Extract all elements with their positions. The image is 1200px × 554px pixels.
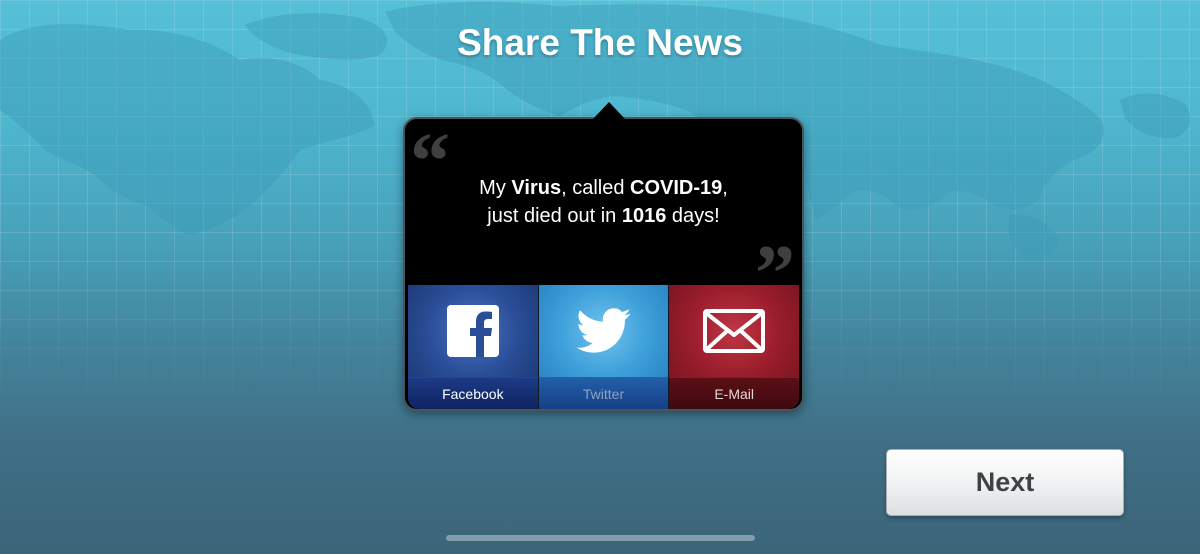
share-message: My Virus, called COVID-19, just died out… — [405, 174, 802, 230]
share-buttons: Facebook Twitter E-Mail — [408, 285, 799, 409]
envelope-icon — [703, 309, 766, 353]
message-text: just died out in — [487, 205, 617, 227]
twitter-label: Twitter — [538, 377, 669, 409]
email-icon-area — [669, 285, 799, 377]
facebook-label: Facebook — [408, 377, 538, 409]
message-text: , called — [561, 177, 625, 199]
message-line-2: just died out in 1016 days! — [405, 202, 802, 230]
next-button[interactable]: Next — [886, 449, 1124, 516]
disease-name: COVID-19 — [630, 177, 723, 199]
message-text: My — [479, 177, 506, 199]
share-card: “ ” My Virus, called COVID-19, just died… — [403, 102, 804, 411]
twitter-share-button[interactable]: Twitter — [537, 285, 669, 409]
message-line-1: My Virus, called COVID-19, — [405, 174, 802, 202]
email-share-button[interactable]: E-Mail — [668, 285, 799, 409]
message-text: days! — [671, 205, 720, 227]
screen-title: Share The News — [457, 22, 743, 63]
days-count: 1016 — [621, 205, 667, 227]
message-text: , — [722, 177, 728, 199]
twitter-icon-area — [538, 285, 669, 377]
home-indicator[interactable] — [446, 535, 755, 541]
twitter-bird-icon — [575, 308, 631, 353]
facebook-icon — [446, 305, 499, 357]
email-label: E-Mail — [669, 377, 799, 409]
share-card-pointer — [593, 102, 625, 119]
virus-word: Virus — [511, 177, 562, 199]
facebook-share-button[interactable]: Facebook — [408, 285, 538, 409]
facebook-icon-area — [408, 285, 538, 377]
